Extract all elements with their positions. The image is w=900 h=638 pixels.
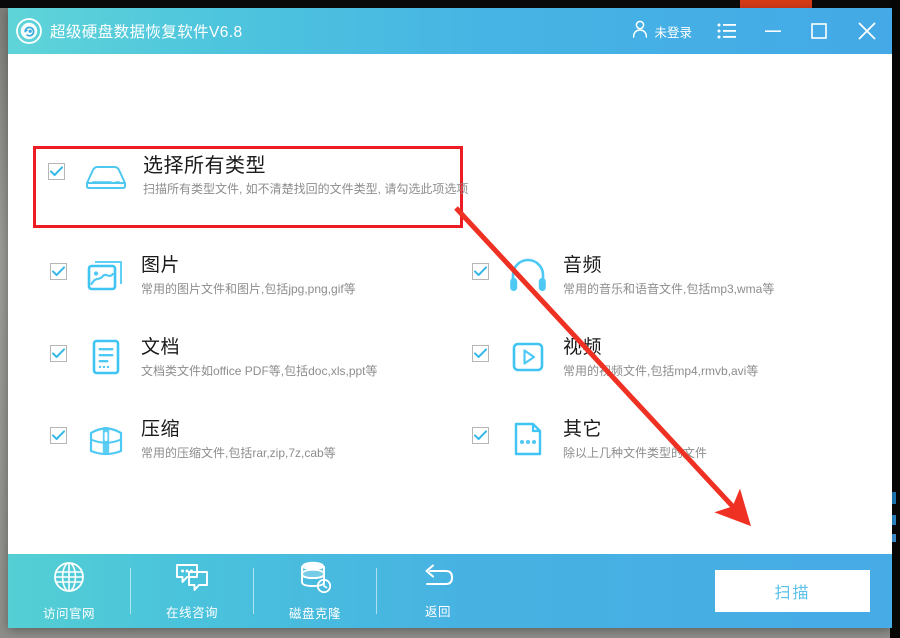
menu-list-icon[interactable] xyxy=(704,8,750,54)
video-play-icon xyxy=(507,336,549,378)
page-title: 超级硬盘数据恢复软件V6.8 xyxy=(50,24,243,41)
other-file-icon xyxy=(507,418,549,460)
file-type-text-audio: 音频 常用的音乐和语音文件,包括mp3,wma等 xyxy=(563,254,774,297)
footer-label: 磁盘克隆 xyxy=(288,607,341,621)
document-icon xyxy=(85,336,127,378)
back-arrow-icon xyxy=(421,562,455,597)
picture-icon xyxy=(85,254,127,296)
close-icon[interactable] xyxy=(842,8,892,54)
file-type-title: 其它 xyxy=(563,419,603,440)
file-type-row-other[interactable]: 其它 除以上几种文件类型的文件 xyxy=(472,418,872,461)
login-button[interactable]: 未登录 xyxy=(620,8,704,54)
title-bar-controls: 未登录 xyxy=(620,8,892,54)
file-type-row-all[interactable]: 选择所有类型 扫描所有类型文件, 如不清楚找回的文件类型, 请勾选此项选项 xyxy=(48,154,468,200)
login-label: 未登录 xyxy=(654,25,692,40)
file-type-text-video: 视频 常用的视频文件,包括mp4,rmvb,avi等 xyxy=(563,336,758,379)
scan-button[interactable]: 扫描 xyxy=(715,570,870,612)
file-type-row-archive[interactable]: 压缩 常用的压缩文件,包括rar,zip,7z,cab等 xyxy=(50,418,450,461)
file-type-title: 视频 xyxy=(563,337,603,358)
chat-bubbles-icon xyxy=(175,561,209,598)
checkbox-video[interactable] xyxy=(472,345,489,362)
checkbox-document[interactable] xyxy=(50,345,67,362)
checkbox-all[interactable] xyxy=(48,163,65,180)
app-window: 超级硬盘数据恢复软件V6.8 未登录 选择所有类型 扫描所有类型文件, 如不清楚… xyxy=(8,8,892,628)
file-type-title: 音频 xyxy=(563,255,603,276)
file-type-title: 文档 xyxy=(141,337,181,358)
file-type-desc: 常用的视频文件,包括mp4,rmvb,avi等 xyxy=(563,364,759,378)
file-type-title: 压缩 xyxy=(141,419,181,440)
file-type-text-document: 文档 文档类文件如office PDF等,包括doc,xls,ppt等 xyxy=(141,336,378,379)
archive-box-icon xyxy=(85,418,127,460)
file-type-desc: 常用的音乐和语音文件,包括mp3,wma等 xyxy=(563,282,775,296)
file-type-text-all: 选择所有类型 扫描所有类型文件, 如不清楚找回的文件类型, 请勾选此项选项 xyxy=(143,154,468,197)
database-clone-icon xyxy=(298,560,332,599)
file-type-row-video[interactable]: 视频 常用的视频文件,包括mp4,rmvb,avi等 xyxy=(472,336,872,379)
file-type-desc: 扫描所有类型文件, 如不清楚找回的文件类型, 请勾选此项选项 xyxy=(143,182,469,196)
file-type-text-other: 其它 除以上几种文件类型的文件 xyxy=(563,418,707,461)
desktop-background: 超级硬盘数据恢复软件V6.8 未登录 选择所有类型 扫描所有类型文件, 如不清楚… xyxy=(0,0,900,638)
checkbox-audio[interactable] xyxy=(472,263,489,280)
footer-label: 访问官网 xyxy=(42,607,95,621)
file-type-desc: 除以上几种文件类型的文件 xyxy=(563,446,708,460)
user-icon xyxy=(632,20,648,43)
headphone-icon xyxy=(507,254,549,296)
scan-button-label: 扫描 xyxy=(774,585,811,602)
file-type-desc: 文档类文件如office PDF等,包括doc,xls,ppt等 xyxy=(141,364,378,378)
disk-recovery-logo-icon xyxy=(16,18,42,44)
footer-toolbar: 访问官网 在线咨询 磁盘克隆 返回 扫描 xyxy=(8,554,892,628)
hard-disk-icon xyxy=(83,154,129,200)
file-type-text-picture: 图片 常用的图片文件和图片,包括jpg,png,gif等 xyxy=(141,254,356,297)
footer-button-consult[interactable]: 在线咨询 xyxy=(131,554,253,628)
file-type-title: 选择所有类型 xyxy=(143,155,266,177)
file-type-desc: 常用的图片文件和图片,包括jpg,png,gif等 xyxy=(141,282,356,296)
globe-icon xyxy=(52,560,86,599)
footer-label: 在线咨询 xyxy=(165,606,218,620)
footer-button-back[interactable]: 返回 xyxy=(377,554,499,628)
file-type-title: 图片 xyxy=(141,255,181,276)
file-type-row-document[interactable]: 文档 文档类文件如office PDF等,包括doc,xls,ppt等 xyxy=(50,336,450,379)
footer-button-clone[interactable]: 磁盘克隆 xyxy=(254,554,376,628)
title-bar: 超级硬盘数据恢复软件V6.8 未登录 xyxy=(8,8,892,54)
footer-button-website[interactable]: 访问官网 xyxy=(8,554,130,628)
file-type-desc: 常用的压缩文件,包括rar,zip,7z,cab等 xyxy=(141,446,336,460)
checkbox-archive[interactable] xyxy=(50,427,67,444)
file-type-text-archive: 压缩 常用的压缩文件,包括rar,zip,7z,cab等 xyxy=(141,418,336,461)
file-type-row-audio[interactable]: 音频 常用的音乐和语音文件,包括mp3,wma等 xyxy=(472,254,872,297)
file-type-selection-area: 选择所有类型 扫描所有类型文件, 如不清楚找回的文件类型, 请勾选此项选项 图片… xyxy=(8,54,892,554)
checkbox-picture[interactable] xyxy=(50,263,67,280)
maximize-icon[interactable] xyxy=(796,8,842,54)
file-type-row-picture[interactable]: 图片 常用的图片文件和图片,包括jpg,png,gif等 xyxy=(50,254,450,297)
footer-label: 返回 xyxy=(424,605,451,619)
minimize-icon[interactable] xyxy=(750,8,796,54)
checkbox-other[interactable] xyxy=(472,427,489,444)
